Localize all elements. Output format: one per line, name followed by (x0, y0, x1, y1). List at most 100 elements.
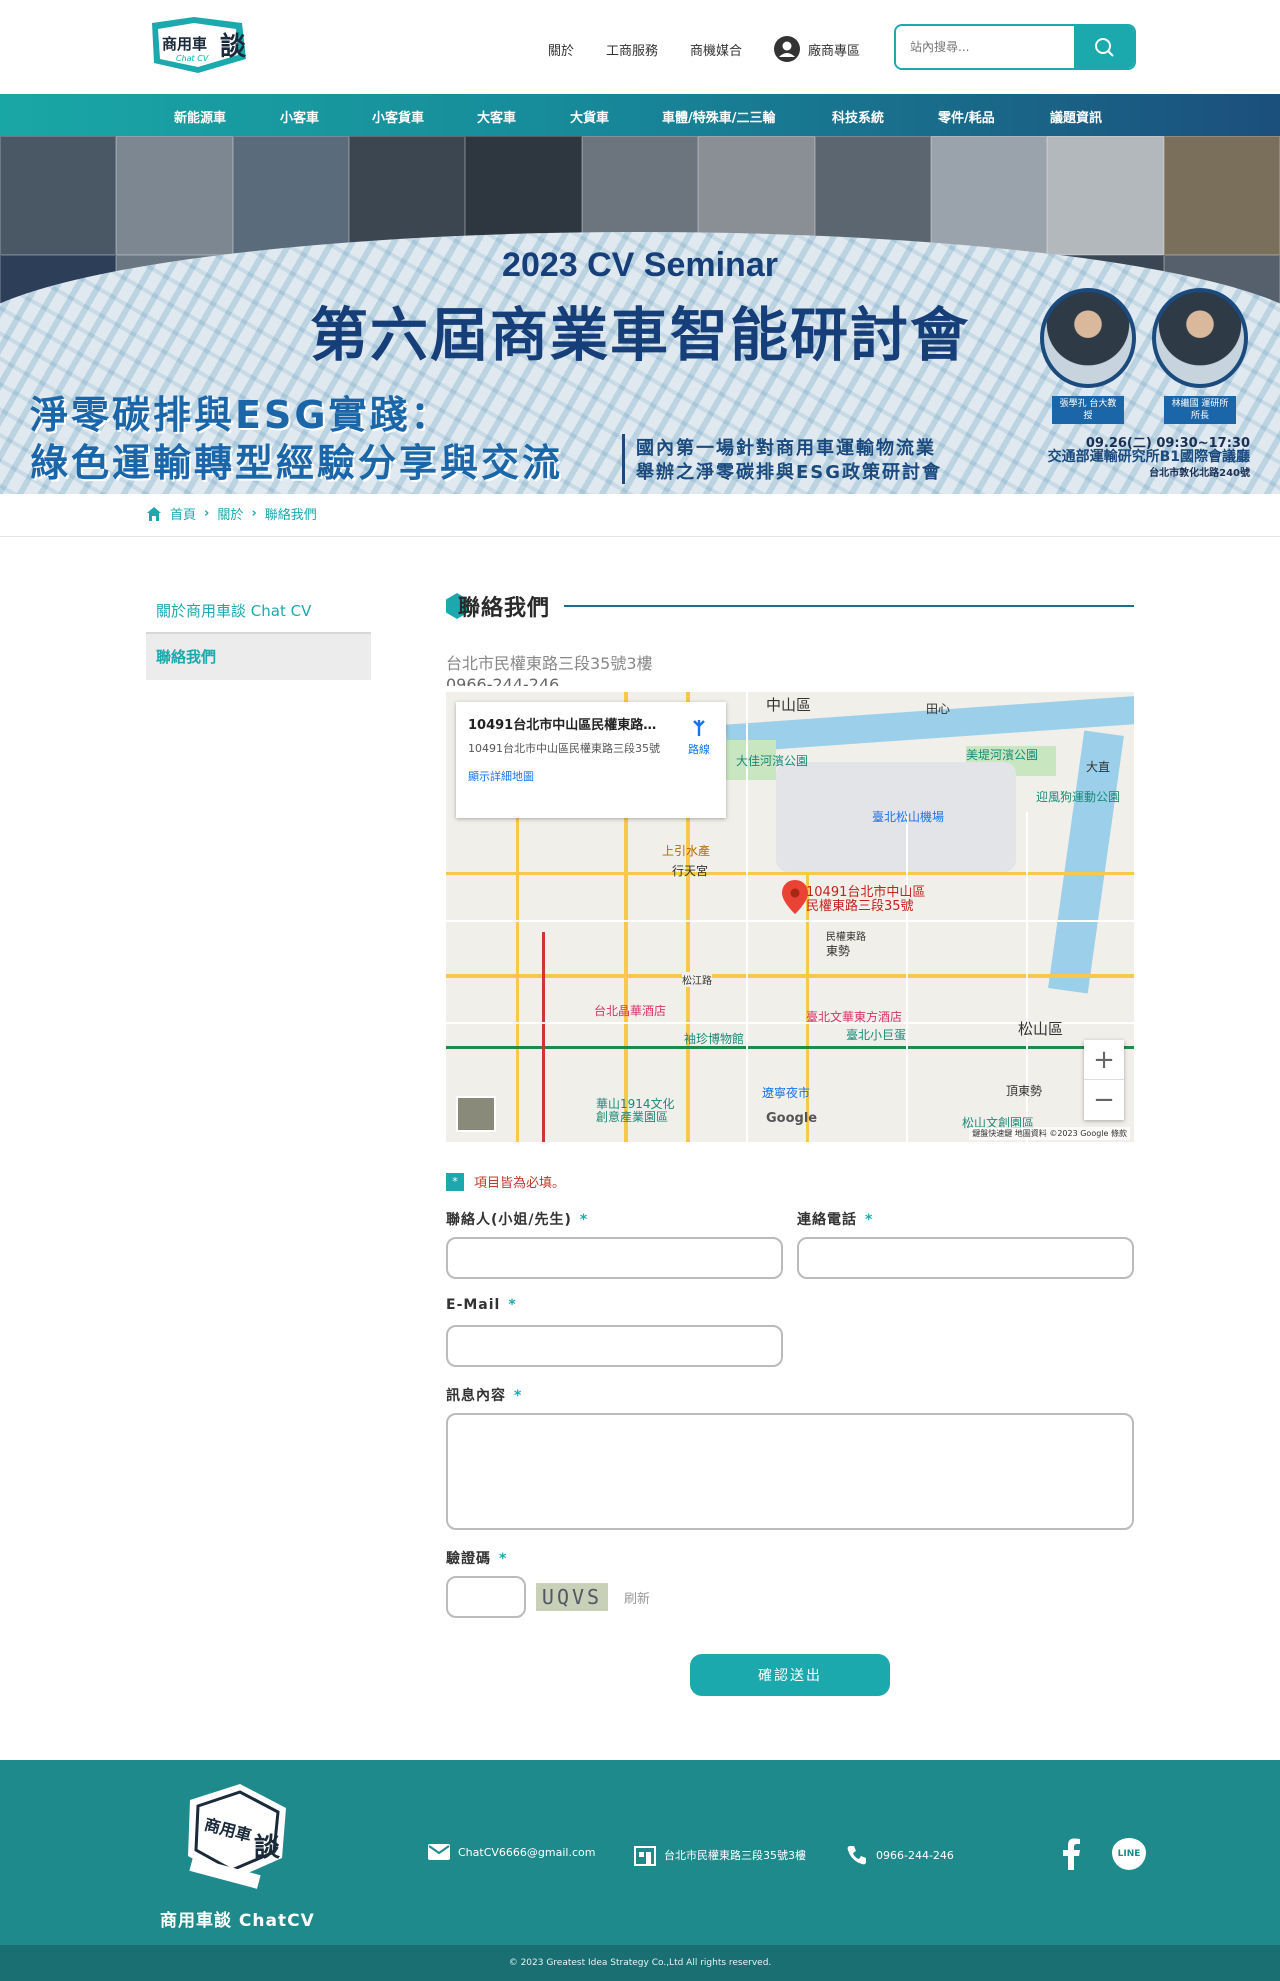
banner-venue: 交通部運輸研究所B1國際會議廳 (1047, 449, 1250, 465)
footer-address-text: 台北市民權東路三段35號3樓 (664, 1849, 806, 1862)
directions-label: 路線 (688, 743, 710, 756)
required-note: * 項目皆為必填。 (446, 1172, 1134, 1191)
email-label: E-Mail * (446, 1297, 1134, 1315)
email-label-text: E-Mail (446, 1297, 501, 1313)
sidebar-item-contact[interactable]: 聯絡我們 (146, 634, 371, 680)
banner-desc-2: 舉辦之淨零碳排與ESG政策研討會 (636, 462, 943, 483)
satellite-toggle[interactable] (456, 1096, 496, 1132)
contact-name-input[interactable] (446, 1237, 783, 1279)
map-label: 臺北小巨蛋 (846, 1028, 907, 1042)
user-icon (774, 36, 801, 62)
map-label: 美堤河濱公園 (966, 748, 1039, 762)
nav-about[interactable]: 關於 (548, 40, 574, 59)
footer-address: 台北市民權東路三段35號3樓 (634, 1844, 806, 1866)
banner-desc-1: 國內第一場針對商用車運輸物流業 (636, 438, 936, 459)
map-label: 中山區 (766, 696, 812, 714)
google-logo: Google (766, 1111, 818, 1126)
captcha-refresh-link[interactable]: 刷新 (624, 1588, 650, 1607)
chevron-right-icon: › (204, 506, 210, 521)
seminar-banner[interactable]: 2023 CV Seminar 第六屆商業車智能研討會 淨零碳排與ESG實踐： … (0, 136, 1280, 494)
vendor-area-link[interactable]: 廠商專區 (774, 36, 860, 62)
sidebar: 關於商用車談 Chat CV 聯絡我們 (146, 588, 371, 680)
search-icon (1095, 38, 1114, 57)
line-icon[interactable]: LINE (1112, 1838, 1146, 1870)
breadcrumb: 首頁 › 關於 › 聯絡我們 (146, 504, 317, 523)
banner-subtitle-2: 綠色運輸轉型經驗分享與交流 (30, 441, 564, 485)
info-address: 10491台北市中山區民權東路三段35號 (468, 742, 660, 755)
footer-logo[interactable]: 商用車 談 (170, 1780, 300, 1890)
footer-phone[interactable]: 0966-244-246 (846, 1844, 954, 1866)
nav-business-services[interactable]: 工商服務 (606, 40, 658, 59)
speaker-photo-1 (1040, 288, 1136, 388)
search-button[interactable] (1074, 26, 1134, 68)
svg-text:Chat CV: Chat CV (176, 54, 209, 63)
banner-divider (622, 434, 625, 484)
directions-icon (693, 720, 705, 736)
nav-topics[interactable]: 議題資訊 (1050, 107, 1102, 126)
view-larger-map-link[interactable]: 顯示詳細地圖 (468, 768, 714, 784)
nav-business-matching[interactable]: 商機媒合 (690, 40, 742, 59)
captcha-label: 驗證碼 * (446, 1548, 1134, 1567)
map-label: 臺北松山機場 (872, 810, 945, 824)
nav-special-vehicle[interactable]: 車體/特殊車/二三輪 (662, 107, 776, 126)
map-label: 民權東路 (826, 932, 866, 943)
google-map[interactable]: 中山區 大佳河濱公園 美堤河濱公園 迎風狗運動公園 臺北松山機場 上引水產 行天… (446, 692, 1134, 1142)
directions-button[interactable]: 路線 (688, 718, 710, 757)
site-search (894, 24, 1136, 70)
breadcrumb-about[interactable]: 關於 (217, 504, 243, 523)
asterisk-icon: * (446, 1172, 464, 1191)
phone-label: 連絡電話 * (797, 1209, 1134, 1228)
phone-input[interactable] (797, 1237, 1134, 1279)
vendor-area-label: 廠商專區 (808, 43, 861, 59)
map-label: 行天宮 (672, 864, 709, 878)
nav-mpv[interactable]: 小客貨車 (372, 107, 424, 126)
main-content: 聯絡我們 台北市民權東路三段35號3樓 0966-244-246 中山區 大佳河… (446, 588, 1134, 1696)
sidebar-item-about-chatcv[interactable]: 關於商用車談 Chat CV (146, 588, 371, 634)
captcha-image: UQVS (536, 1583, 608, 1611)
pin-label-line-2: 民權東路三段35號 (806, 899, 914, 914)
nav-tech-system[interactable]: 科技系統 (832, 107, 884, 126)
submit-button[interactable]: 確認送出 (690, 1654, 890, 1696)
footer-phone-text: 0966-244-246 (876, 1848, 954, 1862)
map-label: 迎風狗運動公園 (1036, 790, 1121, 804)
map-label: 東勢 (826, 944, 851, 958)
footer-brand: 商用車談 ChatCV (160, 1911, 315, 1931)
required-asterisk: * (514, 1388, 523, 1404)
map-label: 華山1914文化創意產業園區 (596, 1097, 675, 1124)
captcha-input[interactable] (446, 1576, 526, 1618)
map-attribution[interactable]: 鍵盤快速鍵 地圖資料 ©2023 Google 條款 (969, 1127, 1130, 1140)
speaker-photo-2 (1152, 288, 1248, 388)
email-input[interactable] (446, 1325, 783, 1367)
email-group: E-Mail * (446, 1297, 1134, 1367)
footer-social: LINE (1060, 1838, 1146, 1870)
chatcv-logo[interactable]: 商用車 Chat CV 談 (146, 15, 258, 75)
message-label: 訊息內容 * (446, 1385, 1134, 1404)
required-asterisk: * (499, 1551, 508, 1567)
top-nav: 關於 工商服務 商機媒合 廠商專區 (548, 36, 890, 62)
footer-email[interactable]: ChatCV6666@gmail.com (428, 1844, 595, 1860)
pin-label: 10491台北市中山區 民權東路三段35號 (806, 886, 925, 914)
nav-passenger-car[interactable]: 小客車 (280, 107, 319, 126)
nav-parts[interactable]: 零件/耗品 (938, 107, 995, 126)
message-textarea[interactable] (446, 1413, 1134, 1530)
nav-truck[interactable]: 大貨車 (570, 107, 609, 126)
location-pin-icon[interactable] (782, 880, 808, 914)
copyright: © 2023 Greatest Idea Strategy Co.,Ltd Al… (0, 1945, 1280, 1981)
nav-bus[interactable]: 大客車 (477, 107, 516, 126)
pin-label-line-1: 10491台北市中山區 (806, 885, 926, 900)
map-label: 台北晶華酒店 (594, 1004, 667, 1018)
speaker-tag-1: 張學孔 台大教授 (1052, 396, 1124, 424)
facebook-icon[interactable] (1060, 1838, 1082, 1870)
zoom-out-button[interactable]: − (1084, 1080, 1124, 1120)
nav-new-energy[interactable]: 新能源車 (174, 107, 226, 126)
map-label: 頂東勢 (1006, 1084, 1043, 1098)
breadcrumb-home[interactable]: 首頁 (170, 504, 196, 523)
banner-address: 台北市敦化北路240號 (1149, 468, 1250, 479)
zoom-in-button[interactable]: + (1084, 1040, 1124, 1080)
main-category-nav: 新能源車 小客車 小客貨車 大客車 大貨車 車體/特殊車/二三輪 科技系統 零件… (0, 94, 1280, 136)
banner-subtitle-1: 淨零碳排與ESG實踐： (30, 393, 452, 437)
site-footer: 商用車 談 商用車談 ChatCV ChatCV6666@gmail.com 台… (0, 1760, 1280, 1945)
map-metro (446, 1046, 1134, 1049)
search-input[interactable] (896, 26, 1074, 68)
map-label: 臺北文華東方酒店 (806, 1010, 903, 1024)
